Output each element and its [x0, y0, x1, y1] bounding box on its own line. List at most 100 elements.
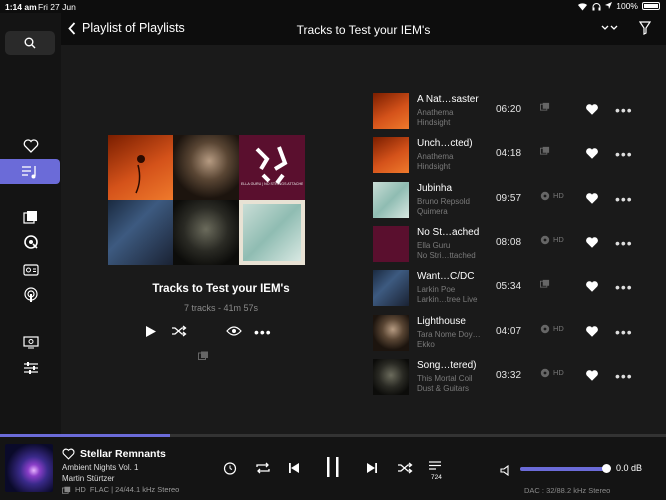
replay-button[interactable] — [223, 461, 237, 480]
track-row[interactable]: Song…tered) This Mortal Coil Dust & Guitar… — [373, 358, 643, 397]
track-favorite-button[interactable] — [585, 192, 599, 210]
pause-icon — [327, 457, 339, 477]
sidebar-podcasts[interactable] — [0, 284, 61, 306]
play-button[interactable] — [145, 325, 157, 338]
track-quality: HD — [553, 368, 564, 378]
radio-icon — [22, 264, 39, 276]
track-artwork[interactable] — [373, 358, 409, 395]
track-artwork[interactable] — [373, 137, 409, 174]
track-row[interactable]: Lighthouse Tara Nome Doy… Ekko 04:07 HD ••• — [373, 314, 643, 353]
track-more-button[interactable]: ••• — [615, 368, 633, 384]
repeat-button[interactable] — [255, 461, 271, 480]
more-options-button[interactable]: ••• — [254, 324, 272, 340]
sidebar — [0, 13, 61, 434]
track-duration: 04:07 — [496, 325, 522, 337]
cover-tile-tara — [173, 135, 239, 200]
track-row[interactable]: Want…C/DC Larkin Poe Larkin…tree Live 05:34… — [373, 270, 643, 308]
cover-tile-larkin-poe — [108, 200, 173, 265]
status-time: 1:14 am — [5, 2, 37, 12]
now-playing-format: HD FLAC | 24/44.1 kHz Stereo — [62, 485, 179, 494]
track-more-button[interactable]: ••• — [615, 146, 633, 162]
track-title: Want…C/DC — [417, 271, 475, 283]
track-more-button[interactable]: ••• — [615, 102, 633, 118]
track-favorite-button[interactable] — [585, 103, 599, 121]
heart-filled-icon — [586, 192, 598, 204]
queue-button[interactable]: 724 — [428, 457, 442, 481]
track-duration: 05:34 — [496, 281, 522, 293]
back-button[interactable]: Playlist of Playlists — [68, 21, 185, 35]
view-button[interactable] — [226, 325, 242, 337]
eye-icon — [226, 326, 242, 336]
sidebar-playlists[interactable] — [0, 159, 60, 184]
track-artwork[interactable] — [373, 314, 409, 351]
cover-tile-ella-guru: ELLA GURU | NO STRINGS ATTACHED EP — [239, 135, 305, 200]
cover-tile-quimera — [239, 200, 305, 265]
next-button[interactable] — [366, 461, 378, 479]
battery-icon — [642, 2, 660, 10]
more-icon: ••• — [615, 146, 633, 163]
sidebar-qobuz[interactable] — [0, 231, 61, 253]
track-row[interactable]: Unch…cted) Anathema Hindsight 04:18 ••• — [373, 137, 643, 175]
sidebar-library[interactable] — [0, 206, 61, 228]
previous-button[interactable] — [288, 461, 300, 479]
track-artwork[interactable] — [373, 93, 409, 129]
track-more-button[interactable]: ••• — [615, 235, 633, 251]
volume-mute-button[interactable] — [500, 463, 511, 481]
sliders-icon — [23, 362, 38, 374]
shuffle-icon — [172, 325, 187, 337]
track-more-button[interactable]: ••• — [615, 191, 633, 207]
track-row[interactable]: A Nat…saster Anathema Hindsight 06:20 ••• — [373, 93, 643, 131]
filter-button[interactable] — [638, 21, 652, 40]
more-icon: ••• — [615, 323, 633, 340]
track-favorite-button[interactable] — [585, 147, 599, 165]
pause-button[interactable] — [325, 456, 341, 483]
status-right: 100% — [577, 1, 660, 11]
track-album: Dust & Guitars — [417, 383, 470, 393]
track-duration: 03:32 — [496, 369, 522, 381]
now-playing-artwork[interactable] — [5, 444, 53, 492]
track-artwork[interactable] — [373, 225, 409, 262]
track-title: No St…ached — [417, 226, 480, 238]
sidebar-favorites[interactable] — [0, 135, 61, 157]
volume-slider[interactable] — [520, 464, 612, 473]
track-quality-badge: HD — [540, 235, 564, 245]
track-more-button[interactable]: ••• — [615, 324, 633, 340]
library-icon — [22, 211, 37, 224]
track-quality-badge — [540, 102, 550, 111]
track-favorite-button[interactable] — [585, 325, 599, 343]
track-favorite-button[interactable] — [585, 369, 599, 387]
player-bar: Stellar Remnants Ambient Nights Vol. 1 M… — [0, 437, 666, 500]
track-artist: This Mortal Coil — [417, 373, 473, 383]
shuffle-button-player[interactable] — [397, 461, 413, 479]
track-artwork[interactable] — [373, 270, 409, 307]
track-album: Quimera — [417, 206, 448, 216]
volume-value: 0.0 dB — [616, 463, 643, 473]
track-artwork[interactable] — [373, 181, 409, 218]
track-album: Hindsight — [417, 162, 451, 172]
more-icon: ••• — [615, 234, 633, 251]
sidebar-devices[interactable] — [0, 331, 61, 353]
track-row[interactable]: Jubinha Bruno Repsold Quimera 09:57 HD ••• — [373, 181, 643, 220]
track-row[interactable]: No St…ached Ella Guru No Stri…ttached 08:08… — [373, 225, 643, 264]
shuffle-button[interactable] — [171, 325, 187, 337]
track-artist: Bruno Repsold — [417, 196, 470, 206]
track-quality: HD — [553, 324, 564, 333]
timer-icon — [223, 462, 237, 475]
headphones-icon — [592, 2, 601, 10]
status-date: Fri 27 Jun — [38, 2, 76, 12]
location-icon — [605, 2, 613, 9]
library-badge-icon — [540, 280, 550, 288]
search-button[interactable] — [5, 31, 55, 55]
volume-knob[interactable] — [602, 464, 612, 473]
volume-fill — [520, 467, 607, 471]
sidebar-radio[interactable] — [0, 258, 61, 280]
cover-tile-mortal-coil — [173, 200, 239, 265]
heart-outline-icon — [23, 139, 38, 153]
track-favorite-button[interactable] — [585, 280, 599, 298]
sort-button[interactable] — [601, 21, 619, 40]
queue-icon — [429, 461, 441, 470]
track-more-button[interactable]: ••• — [615, 279, 633, 295]
sidebar-settings[interactable] — [0, 357, 61, 379]
track-album: No Stri…ttached — [417, 250, 476, 260]
track-favorite-button[interactable] — [585, 236, 599, 254]
